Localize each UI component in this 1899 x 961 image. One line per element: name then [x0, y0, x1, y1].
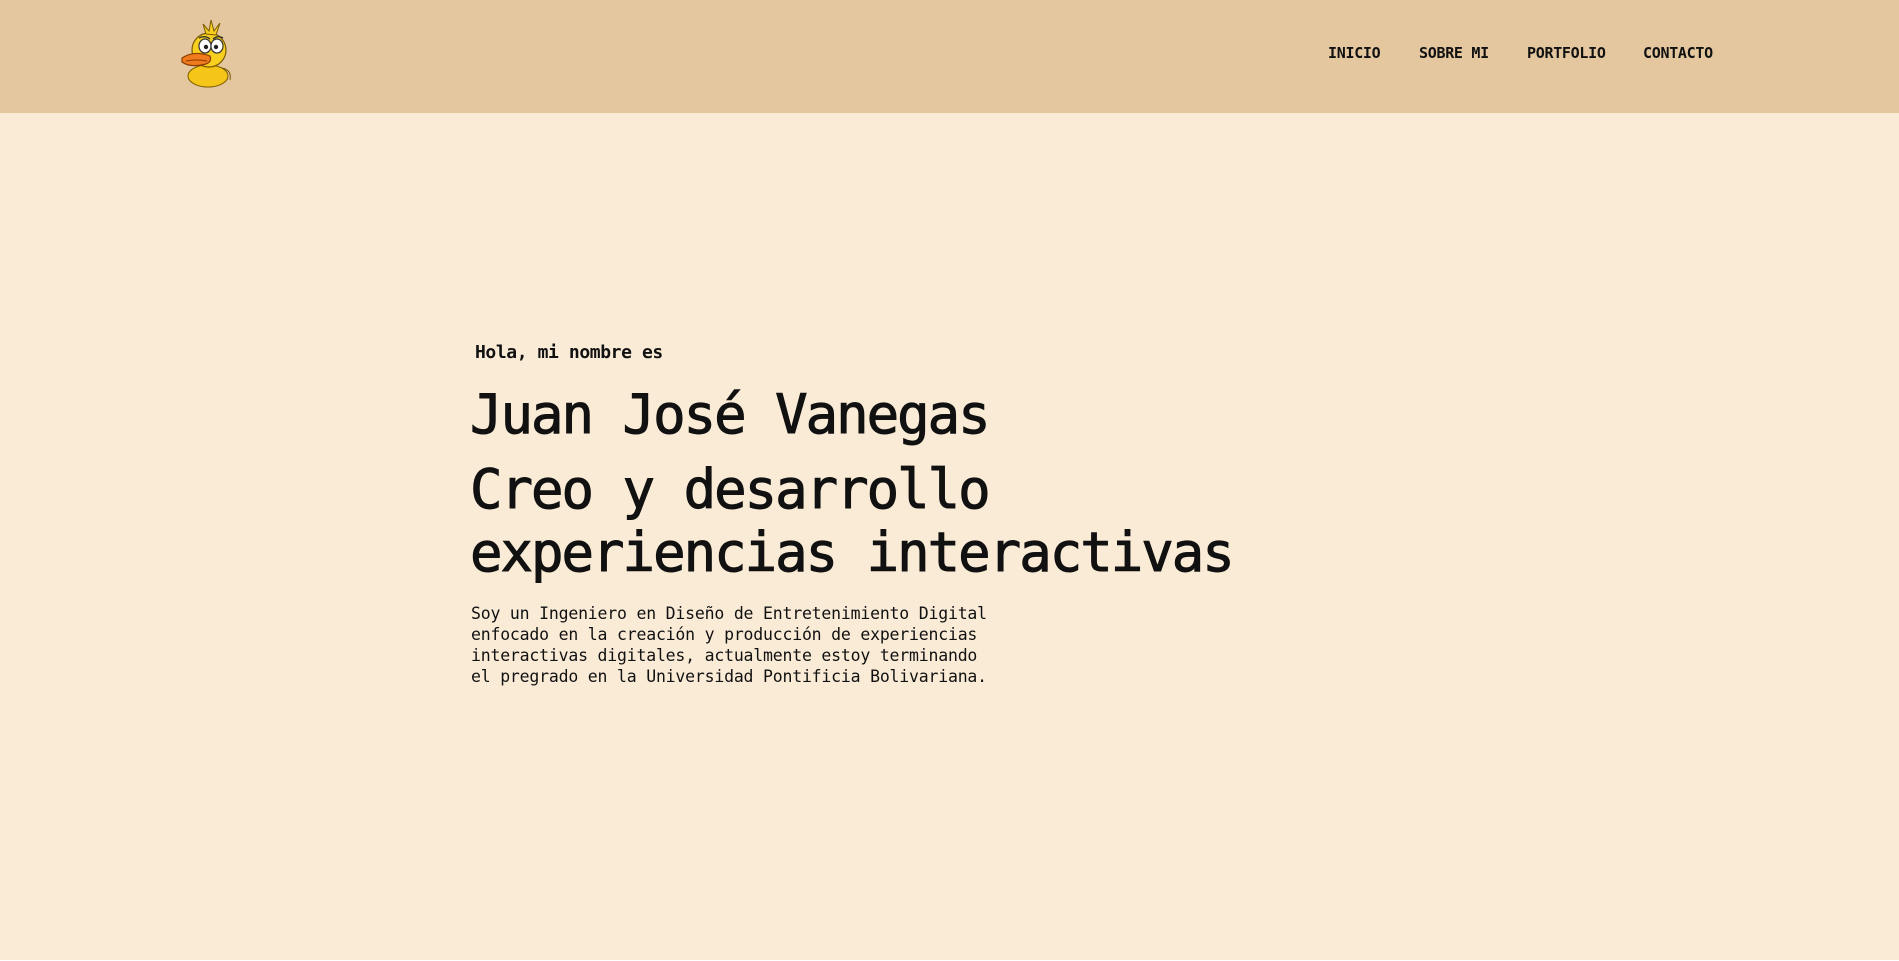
nav-link-portfolio[interactable]: PORTFOLIO [1527, 44, 1643, 62]
bio-line: el pregrado en la Universidad Pontificia… [471, 667, 987, 686]
nav-link-inicio[interactable]: INICIO [1328, 44, 1419, 62]
tagline-line: Creo y desarrollo [470, 458, 992, 522]
hero-tagline: Creo y desarrollo experiencias interacti… [470, 458, 1236, 585]
hero-name: Juan José Vanegas [470, 383, 992, 447]
hero-greeting: Hola, mi nombre es [475, 342, 663, 363]
bio-line: Soy un Ingeniero en Diseño de Entretenim… [471, 604, 987, 623]
duck-logo-icon[interactable] [176, 16, 242, 88]
main-nav: INICIO SOBRE MI PORTFOLIO CONTACTO [1328, 44, 1723, 62]
bio-line: enfocado en la creación y producción de … [471, 625, 978, 644]
hero-bio: Soy un Ingeniero en Diseño de Entretenim… [471, 603, 1031, 687]
site-header: INICIO SOBRE MI PORTFOLIO CONTACTO [0, 0, 1899, 113]
tagline-line: experiencias interactivas [470, 521, 1236, 585]
nav-link-sobre-mi[interactable]: SOBRE MI [1419, 44, 1527, 62]
nav-link-contacto[interactable]: CONTACTO [1643, 44, 1723, 62]
bio-line: interactivas digitales, actualmente esto… [471, 646, 978, 665]
